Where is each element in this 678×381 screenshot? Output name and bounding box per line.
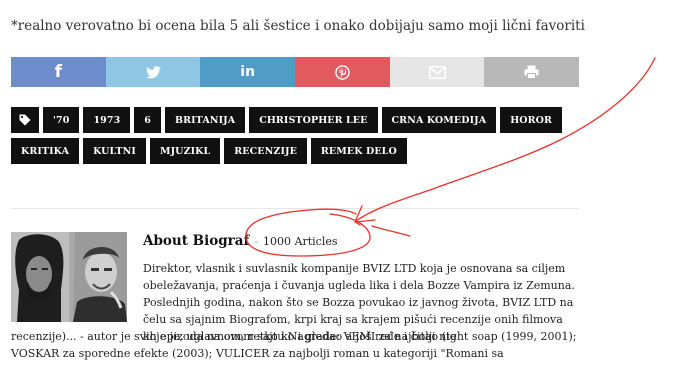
author-avatar[interactable]: [11, 232, 127, 322]
pinterest-share-button[interactable]: [295, 57, 390, 87]
author-header: About Biograf - 1000 Articles: [143, 233, 338, 249]
tag-1973[interactable]: 1973: [83, 107, 131, 133]
tag-remek-delo[interactable]: REMEK DELO: [310, 138, 407, 164]
author-name-link[interactable]: About Biograf: [143, 233, 249, 249]
share-bar: f in: [11, 57, 580, 87]
author-photo: [11, 232, 127, 322]
section-divider: [11, 208, 579, 209]
twitter-share-button[interactable]: [105, 57, 201, 87]
tag-christopher-lee[interactable]: CHRISTOPHER LEE: [249, 107, 378, 133]
facebook-icon: f: [54, 62, 63, 82]
twitter-icon: [145, 65, 161, 78]
tag-6[interactable]: 6: [134, 107, 161, 133]
pinterest-icon: [335, 64, 350, 80]
print-share-button[interactable]: [484, 57, 580, 87]
tag-kritika[interactable]: KRITIKA: [11, 138, 80, 164]
tag-crna-komedija[interactable]: CRNA KOMEDIJA: [381, 107, 497, 133]
tag-recenzije[interactable]: RECENZIJE: [224, 138, 307, 164]
print-icon: [524, 65, 539, 79]
review-footnote: *realno verovatno bi ocena bila 5 ali še…: [11, 18, 585, 34]
tag-kultni[interactable]: KULTNI: [83, 138, 146, 164]
author-separator: -: [254, 235, 259, 248]
author-articles-link[interactable]: 1000 Articles: [263, 235, 337, 248]
tag-list: '70 1973 6 BRITANIJA CHRISTOPHER LEE CRN…: [11, 107, 586, 164]
tag-70[interactable]: '70: [43, 107, 80, 133]
linkedin-share-button[interactable]: in: [200, 57, 296, 87]
tag-label: [11, 107, 39, 133]
tag-britanija[interactable]: BRITANIJA: [165, 107, 246, 133]
tag-mjuzikl[interactable]: MJUZIKL: [149, 138, 221, 164]
mail-icon: [428, 65, 446, 79]
tag-horor[interactable]: HOROR: [500, 107, 563, 133]
tag-icon: [19, 114, 31, 126]
linkedin-icon: in: [240, 64, 256, 80]
mail-share-button[interactable]: [389, 57, 485, 87]
author-bio-text-continued: recenzije)... - autor je svih epizoda na…: [11, 330, 577, 360]
facebook-share-button[interactable]: f: [11, 57, 106, 87]
